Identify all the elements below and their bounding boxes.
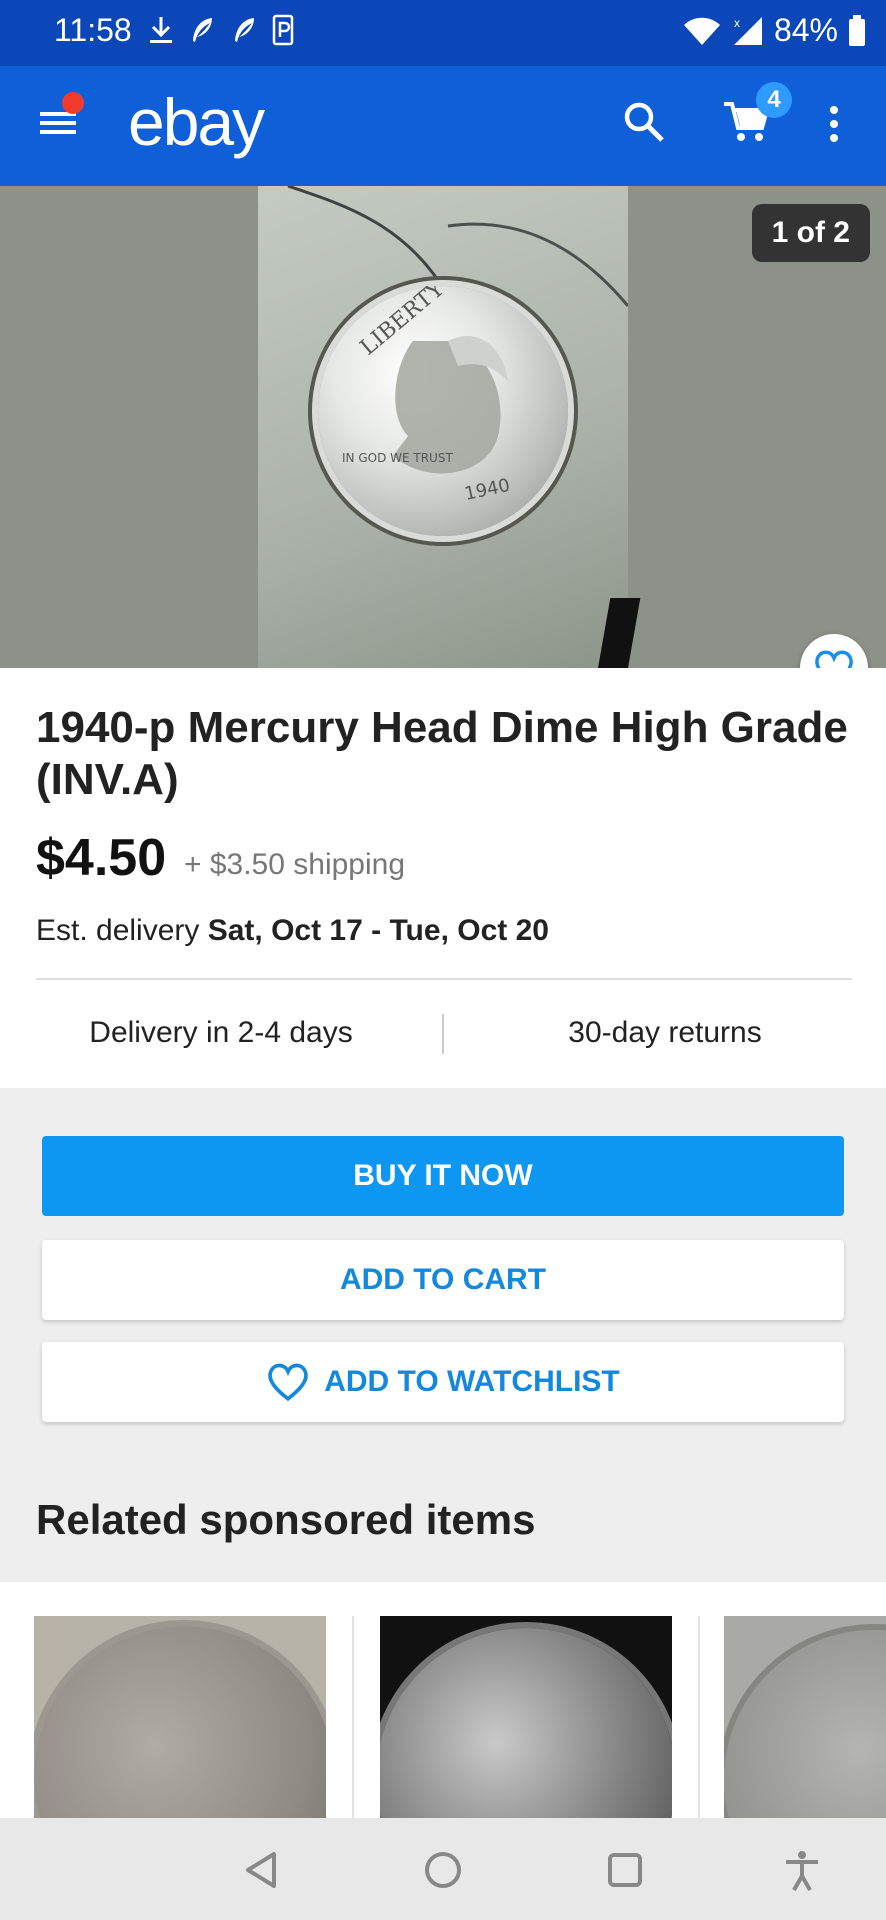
image-gallery[interactable]: LIBERTY IN GOD WE TRUST 1940 1 of 2	[0, 186, 886, 668]
add-to-cart-button[interactable]: ADD TO CART	[42, 1240, 844, 1320]
search-button[interactable]	[622, 100, 670, 148]
status-time: 11:58	[54, 12, 132, 48]
notification-dot	[62, 92, 84, 114]
returns-feature: 30-day returns	[568, 1016, 762, 1049]
delivery-time-feature: Delivery in 2-4 days	[89, 1016, 353, 1049]
add-to-watchlist-button[interactable]: ADD TO WATCHLIST	[42, 1342, 844, 1422]
cart-count-badge: 4	[756, 82, 792, 118]
back-button[interactable]	[240, 1848, 284, 1892]
heart-icon	[268, 1363, 309, 1402]
item-info-panel: 1940-p Mercury Head Dime High Grade (INV…	[0, 668, 886, 1088]
card-separator	[698, 1616, 700, 1818]
item-photo[interactable]: LIBERTY IN GOD WE TRUST 1940	[258, 186, 641, 668]
buy-it-now-button[interactable]: BUY IT NOW	[42, 1136, 844, 1216]
estimated-delivery: Est. delivery Sat, Oct 17 - Tue, Oct 20	[36, 914, 549, 948]
search-icon	[624, 102, 664, 142]
cart-button[interactable]: 4	[722, 82, 792, 148]
app-header: ebay 4	[0, 66, 886, 186]
status-bar: 11:58 x 84%	[0, 0, 886, 66]
svg-text:x: x	[734, 16, 740, 30]
shipping-cost: + $3.50 shipping	[184, 848, 406, 881]
watchlist-label: ADD TO WATCHLIST	[324, 1365, 620, 1398]
ebay-logo[interactable]: ebay	[128, 84, 265, 160]
overflow-menu-button[interactable]	[826, 102, 850, 150]
battery-icon	[848, 14, 866, 47]
related-items-title: Related sponsored items	[36, 1496, 536, 1543]
menu-button[interactable]	[38, 92, 86, 150]
parking-icon	[272, 14, 294, 46]
battery-percent: 84%	[773, 12, 838, 48]
more-vert-icon	[830, 106, 838, 142]
related-item-card[interactable]	[34, 1616, 326, 1818]
coin-motto-text: IN GOD WE TRUST	[342, 451, 453, 465]
item-price: $4.50	[36, 829, 167, 887]
wifi-icon	[682, 16, 722, 46]
download-icon	[148, 15, 174, 45]
related-item-image	[724, 1630, 886, 1818]
item-title: 1940-p Mercury Head Dime High Grade (INV…	[36, 703, 848, 804]
recents-button[interactable]	[603, 1848, 647, 1892]
related-item-card[interactable]	[724, 1616, 886, 1818]
related-item-image	[380, 1628, 672, 1818]
status-icons-left	[148, 14, 294, 46]
delivery-label: Est. delivery	[36, 914, 200, 947]
accessibility-icon	[786, 1851, 818, 1891]
back-icon	[246, 1852, 276, 1888]
card-separator	[352, 1616, 354, 1818]
delivery-dates: Sat, Oct 17 - Tue, Oct 20	[207, 914, 549, 947]
signal-icon: x	[732, 15, 764, 47]
related-items-carousel[interactable]	[0, 1582, 886, 1818]
related-item-image	[34, 1626, 326, 1818]
accessibility-button[interactable]	[780, 1848, 824, 1892]
status-icons-right: x 84%	[682, 12, 866, 49]
recents-icon	[608, 1853, 642, 1887]
feather-icon	[230, 15, 258, 45]
image-counter: 1 of 2	[751, 204, 870, 262]
home-button[interactable]	[421, 1848, 465, 1892]
feather-icon	[188, 15, 216, 45]
divider	[36, 978, 852, 980]
related-item-card[interactable]	[380, 1616, 672, 1818]
home-icon	[425, 1852, 461, 1888]
coin-year-text: 1940	[463, 475, 512, 505]
system-navigation-bar	[0, 1818, 886, 1920]
coin-image: LIBERTY IN GOD WE TRUST 1940	[318, 276, 568, 536]
